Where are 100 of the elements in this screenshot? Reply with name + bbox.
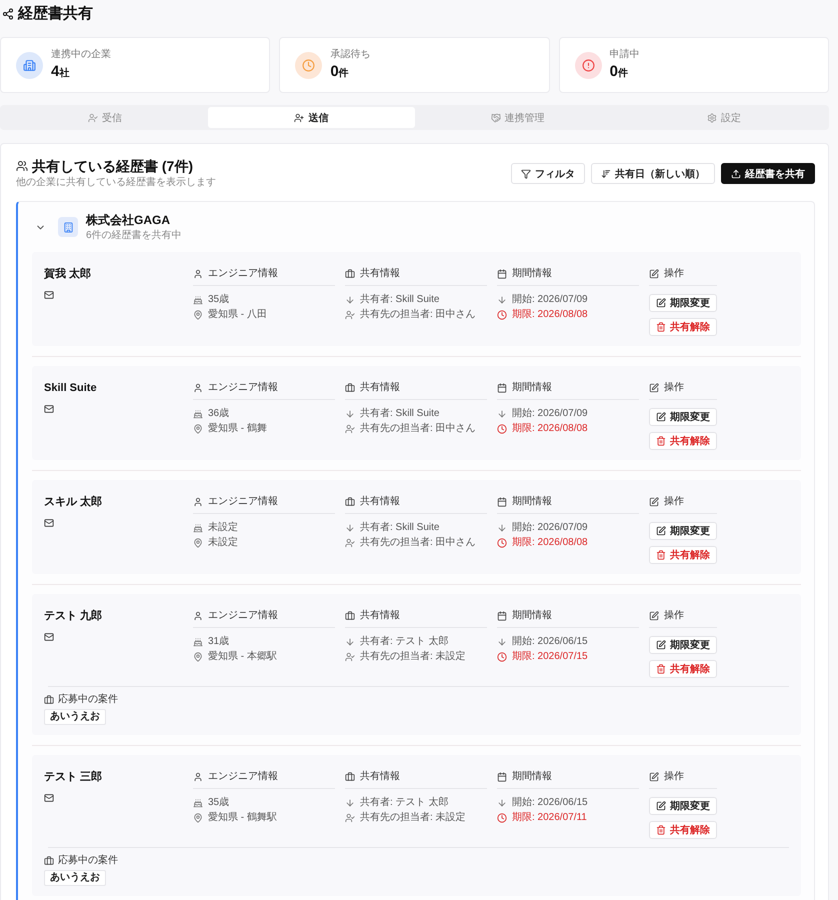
user-icon (193, 383, 203, 394)
user-check-icon (345, 538, 355, 548)
column-heading: エンジニア情報 (208, 771, 278, 784)
calendar-icon (497, 383, 507, 394)
map-pin-icon (193, 424, 203, 434)
deadline-date: 期限: 2026/08/08 (512, 537, 588, 550)
sharer-text: 共有者: Skill Suite (360, 408, 440, 420)
arrow-down-icon (497, 523, 507, 534)
sort-button[interactable]: 共有日（新しい順） (591, 163, 715, 184)
cake-icon (193, 523, 203, 534)
cake-icon (193, 798, 203, 808)
user-check-icon (345, 652, 355, 662)
arrow-down-icon (345, 409, 355, 420)
engineer-name: Skill Suite (44, 382, 97, 396)
column-heading: 操作 (664, 610, 684, 622)
settings-icon (706, 112, 717, 122)
stat-label: 申請中 (610, 49, 640, 61)
clock-icon (497, 813, 507, 824)
unshare-button[interactable]: 共有解除 (649, 546, 717, 564)
deadline-date: 期限: 2026/07/11 (512, 812, 587, 824)
briefcase-icon (345, 269, 355, 280)
column-heading: エンジニア情報 (208, 268, 278, 280)
edit-deadline-button[interactable]: 期限変更 (649, 408, 717, 426)
start-date: 開始: 2026/06/15 (512, 797, 588, 810)
column-heading: 期間情報 (512, 382, 552, 394)
user-check-icon (88, 112, 98, 122)
edit-deadline-button[interactable]: 期限変更 (649, 797, 717, 816)
arrow-down-icon (497, 637, 507, 648)
unshare-button[interactable]: 共有解除 (649, 660, 717, 678)
edit-deadline-button[interactable]: 期限変更 (649, 636, 717, 654)
arrow-down-icon (345, 798, 355, 808)
edit-icon (656, 640, 666, 650)
edit-deadline-button[interactable]: 期限変更 (649, 294, 717, 312)
location-text: 愛知県 - 鶴舞駅 (208, 812, 277, 824)
sort-icon (601, 168, 611, 178)
user-check-icon (345, 424, 355, 434)
edit-icon (649, 269, 659, 280)
page-title: 経歴書共有 (18, 5, 93, 23)
project-tag: あいうえお (44, 870, 106, 886)
edit-icon (656, 801, 666, 812)
building-icon (16, 52, 43, 78)
briefcase-icon (345, 772, 355, 782)
cake-icon (193, 637, 203, 648)
applications-heading: 応募中の案件 (58, 694, 118, 706)
company-summary: 6件の経歴書を共有中 (86, 230, 182, 242)
age-text: 未設定 (208, 522, 238, 534)
edit-icon (649, 611, 659, 622)
trash-icon (656, 825, 666, 836)
location-text: 愛知県 - 本郷駅 (208, 651, 277, 664)
assignee-text: 共有先の担当者: 田中さん (360, 537, 476, 550)
start-date: 開始: 2026/06/15 (512, 636, 588, 648)
briefcase-icon (44, 695, 54, 706)
edit-icon (649, 772, 659, 782)
section-subtitle: 他の企業に共有している経歴書を表示します (16, 176, 216, 189)
edit-icon (649, 383, 659, 394)
filter-button[interactable]: フィルタ (511, 163, 585, 184)
trash-icon (656, 436, 666, 446)
deadline-date: 期限: 2026/07/15 (512, 651, 588, 664)
user-icon (193, 269, 203, 280)
edit-icon (656, 526, 666, 536)
building-icon (58, 217, 78, 238)
column-heading: 共有情報 (360, 496, 400, 508)
stat-value: 0件 (330, 63, 350, 81)
sharer-text: 共有者: Skill Suite (360, 522, 440, 534)
deadline-date: 期限: 2026/08/08 (512, 423, 588, 436)
column-heading: エンジニア情報 (208, 382, 278, 394)
share-icon (2, 8, 14, 20)
assignee-text: 共有先の担当者: 田中さん (360, 423, 476, 436)
deadline-date: 期限: 2026/08/08 (512, 309, 588, 322)
clock-icon (295, 52, 322, 78)
unshare-button[interactable]: 共有解除 (649, 432, 717, 450)
stat-value: 4社 (51, 63, 70, 81)
map-pin-icon (193, 652, 203, 662)
stat-label: 連携中の企業 (51, 49, 111, 61)
unshare-button[interactable]: 共有解除 (649, 318, 717, 336)
map-pin-icon (193, 310, 203, 320)
start-date: 開始: 2026/07/09 (512, 294, 588, 306)
edit-deadline-button[interactable]: 期限変更 (649, 522, 717, 540)
user-icon (193, 772, 203, 782)
start-date: 開始: 2026/07/09 (512, 408, 588, 420)
cake-icon (193, 409, 203, 420)
column-heading: 期間情報 (512, 268, 552, 280)
arrow-down-icon (497, 295, 507, 306)
mail-icon (44, 404, 54, 414)
briefcase-icon (44, 856, 54, 866)
column-heading: 共有情報 (360, 610, 400, 622)
engineer-name: テスト 三郎 (44, 771, 102, 784)
unshare-button[interactable]: 共有解除 (649, 821, 717, 840)
trash-icon (656, 664, 666, 674)
mail-icon (44, 290, 54, 300)
tab[interactable]: 送信 (208, 107, 414, 128)
edit-icon (656, 298, 666, 308)
mail-icon (44, 632, 54, 642)
sharer-text: 共有者: テスト 太郎 (360, 797, 448, 810)
column-heading: 共有情報 (360, 382, 400, 394)
sharer-text: 共有者: Skill Suite (360, 294, 440, 306)
column-heading: 共有情報 (360, 268, 400, 280)
briefcase-icon (345, 383, 355, 394)
share-resume-button[interactable]: 経歴書を共有 (721, 163, 815, 184)
map-pin-icon (193, 538, 203, 548)
